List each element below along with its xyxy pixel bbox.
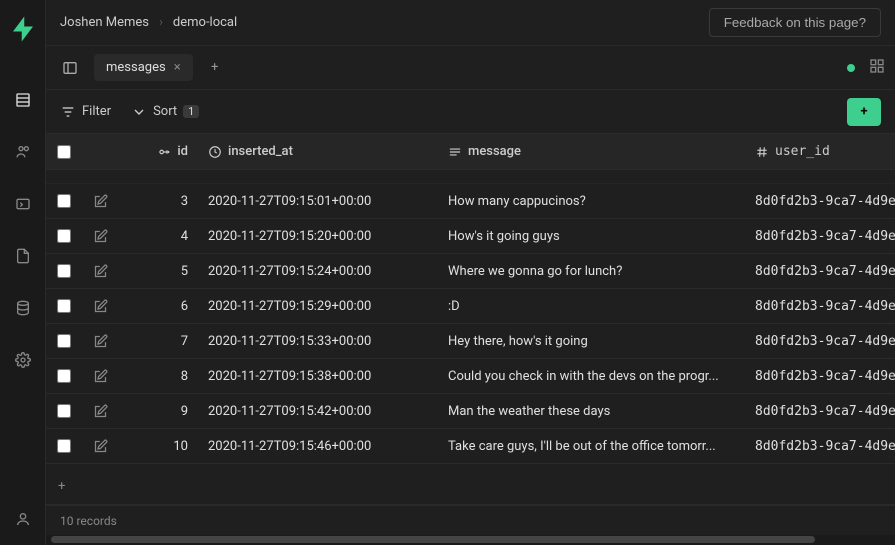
cell-message: Man the weather these days bbox=[438, 404, 745, 419]
cell-user-id: 8d0fd2b3-9ca7-4d9e bbox=[745, 299, 895, 314]
cell-user-id: 8d0fd2b3-9ca7-4d9e bbox=[745, 229, 895, 244]
cell-id: 5 bbox=[118, 264, 198, 279]
cell-inserted-at: 2020-11-27T09:15:01+00:00 bbox=[198, 194, 438, 209]
nav-sql[interactable] bbox=[11, 192, 35, 216]
cell-message: Hey there, how's it going bbox=[438, 334, 745, 349]
row-checkbox[interactable] bbox=[46, 194, 82, 208]
cell-message: Take care guys, I'll be out of the offic… bbox=[438, 439, 745, 454]
cell-user-id: 8d0fd2b3-9ca7-4d9e bbox=[745, 334, 895, 349]
tab-label: messages bbox=[106, 60, 166, 75]
nav-rail bbox=[0, 0, 46, 545]
nav-table-editor[interactable] bbox=[11, 88, 35, 112]
table-footer: 10 records bbox=[46, 505, 895, 535]
row-checkbox[interactable] bbox=[46, 264, 82, 278]
topbar: Joshen Memes › demo-local Feedback on th… bbox=[46, 0, 895, 46]
sort-label: Sort bbox=[153, 104, 177, 119]
toolbar: Filter Sort 1 + bbox=[46, 90, 895, 134]
header-checkbox[interactable] bbox=[46, 145, 82, 159]
row-checkbox[interactable] bbox=[46, 439, 82, 453]
edit-icon[interactable] bbox=[82, 334, 118, 349]
sort-count-badge: 1 bbox=[183, 105, 199, 118]
nav-user[interactable] bbox=[11, 507, 35, 531]
col-id[interactable]: id bbox=[118, 144, 198, 159]
nav-auth[interactable] bbox=[11, 140, 35, 164]
cell-user-id: 8d0fd2b3-9ca7-4d9e bbox=[745, 404, 895, 419]
add-row-inline[interactable]: + bbox=[46, 469, 895, 505]
cell-id: 6 bbox=[118, 299, 198, 314]
record-count: 10 records bbox=[60, 514, 117, 528]
tabs-bar: messages × + bbox=[46, 46, 895, 90]
col-user-id[interactable]: user_id bbox=[745, 144, 895, 159]
cell-id: 10 bbox=[118, 439, 198, 454]
edit-icon[interactable] bbox=[82, 194, 118, 209]
table-row[interactable]: 52020-11-27T09:15:24+00:00Where we gonna… bbox=[46, 254, 895, 289]
table-row[interactable]: 92020-11-27T09:15:42+00:00Man the weathe… bbox=[46, 394, 895, 429]
sort-button[interactable]: Sort 1 bbox=[131, 104, 199, 120]
close-icon[interactable]: × bbox=[174, 60, 181, 75]
edit-icon[interactable] bbox=[82, 229, 118, 244]
horizontal-scrollbar[interactable] bbox=[46, 535, 895, 545]
table: id inserted_at message user_id 32020-11-… bbox=[46, 134, 895, 545]
table-row[interactable]: 82020-11-27T09:15:38+00:00Could you chec… bbox=[46, 359, 895, 394]
col-inserted-at[interactable]: inserted_at bbox=[198, 144, 438, 159]
edit-icon[interactable] bbox=[82, 299, 118, 314]
cell-user-id: 8d0fd2b3-9ca7-4d9e bbox=[745, 369, 895, 384]
cell-id: 8 bbox=[118, 369, 198, 384]
breadcrumb: Joshen Memes › demo-local bbox=[60, 15, 237, 30]
nav-docs[interactable] bbox=[11, 244, 35, 268]
chevron-right-icon: › bbox=[159, 15, 163, 30]
cell-id: 4 bbox=[118, 229, 198, 244]
table-row[interactable]: 42020-11-27T09:15:20+00:00How's it going… bbox=[46, 219, 895, 254]
cell-message: Could you check in with the devs on the … bbox=[438, 369, 745, 384]
cell-user-id: 8d0fd2b3-9ca7-4d9e bbox=[745, 264, 895, 279]
cell-inserted-at: 2020-11-27T09:15:46+00:00 bbox=[198, 439, 438, 454]
row-checkbox[interactable] bbox=[46, 299, 82, 313]
cell-inserted-at: 2020-11-27T09:15:20+00:00 bbox=[198, 229, 438, 244]
cell-inserted-at: 2020-11-27T09:15:42+00:00 bbox=[198, 404, 438, 419]
filter-button[interactable]: Filter bbox=[60, 104, 111, 120]
cell-inserted-at: 2020-11-27T09:15:24+00:00 bbox=[198, 264, 438, 279]
new-tab-button[interactable]: + bbox=[201, 54, 229, 82]
table-body: 32020-11-27T09:15:01+00:00How many cappu… bbox=[46, 170, 895, 469]
edit-icon[interactable] bbox=[82, 264, 118, 279]
breadcrumb-project[interactable]: Joshen Memes bbox=[60, 15, 149, 30]
logo[interactable] bbox=[8, 14, 38, 44]
filter-label: Filter bbox=[82, 104, 111, 119]
cell-message: How many cappucinos? bbox=[438, 194, 745, 209]
cell-id: 3 bbox=[118, 194, 198, 209]
main-area: Joshen Memes › demo-local Feedback on th… bbox=[46, 0, 895, 545]
feedback-button[interactable]: Feedback on this page? bbox=[709, 8, 881, 37]
breadcrumb-env[interactable]: demo-local bbox=[173, 15, 237, 30]
table-row[interactable]: 32020-11-27T09:15:01+00:00How many cappu… bbox=[46, 184, 895, 219]
cell-message: Where we gonna go for lunch? bbox=[438, 264, 745, 279]
row-checkbox[interactable] bbox=[46, 369, 82, 383]
nav-settings[interactable] bbox=[11, 348, 35, 372]
cell-inserted-at: 2020-11-27T09:15:38+00:00 bbox=[198, 369, 438, 384]
tab-messages[interactable]: messages × bbox=[94, 54, 193, 81]
sidebar-toggle-icon[interactable] bbox=[56, 54, 84, 82]
cell-inserted-at: 2020-11-27T09:15:33+00:00 bbox=[198, 334, 438, 349]
add-row-button[interactable]: + bbox=[847, 98, 881, 126]
cell-message: :D bbox=[438, 299, 745, 314]
cell-user-id: 8d0fd2b3-9ca7-4d9e bbox=[745, 439, 895, 454]
edit-icon[interactable] bbox=[82, 439, 118, 454]
edit-icon[interactable] bbox=[82, 369, 118, 384]
row-checkbox[interactable] bbox=[46, 404, 82, 418]
cell-inserted-at: 2020-11-27T09:15:29+00:00 bbox=[198, 299, 438, 314]
table-row[interactable]: 72020-11-27T09:15:33+00:00Hey there, how… bbox=[46, 324, 895, 359]
table-row[interactable]: 102020-11-27T09:15:46+00:00Take care guy… bbox=[46, 429, 895, 464]
cell-message: How's it going guys bbox=[438, 229, 745, 244]
col-message[interactable]: message bbox=[438, 144, 745, 159]
cell-user-id: 8d0fd2b3-9ca7-4d9e bbox=[745, 194, 895, 209]
view-toggle-icon[interactable] bbox=[869, 58, 885, 78]
cell-id: 7 bbox=[118, 334, 198, 349]
table-header: id inserted_at message user_id bbox=[46, 134, 895, 170]
cell-id: 9 bbox=[118, 404, 198, 419]
edit-icon[interactable] bbox=[82, 404, 118, 419]
nav-database[interactable] bbox=[11, 296, 35, 320]
row-checkbox[interactable] bbox=[46, 229, 82, 243]
status-indicator bbox=[847, 64, 855, 72]
table-row[interactable]: 62020-11-27T09:15:29+00:00:D8d0fd2b3-9ca… bbox=[46, 289, 895, 324]
row-checkbox[interactable] bbox=[46, 334, 82, 348]
